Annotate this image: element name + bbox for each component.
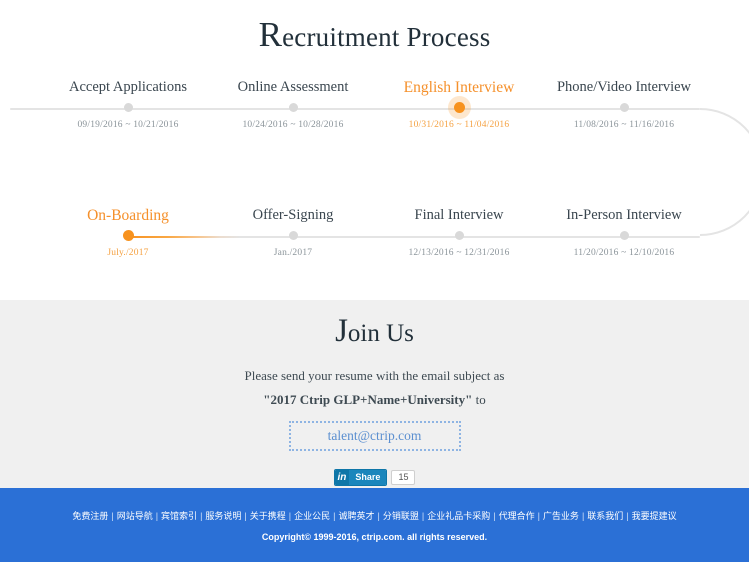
footer-link-separator: |: [288, 511, 292, 521]
footer-link-separator: |: [537, 511, 540, 521]
linkedin-share-label: Share: [349, 470, 387, 485]
timeline-node-date: 10/24/2016 ~ 10/28/2016: [242, 120, 344, 130]
footer-link[interactable]: 服务说明: [205, 511, 241, 521]
footer-link[interactable]: 诚聘英才: [338, 511, 374, 521]
join-us-title-rest: oin Us: [347, 320, 414, 347]
join-us-title-initial: J: [335, 313, 348, 349]
timeline-node-date: 11/08/2016 ~ 11/16/2016: [573, 120, 675, 130]
recruitment-timeline: Accept Applications 09/19/2016 ~ 10/21/2…: [0, 0, 749, 300]
recruitment-section: Recruitment Process Accept Applications …: [0, 0, 749, 300]
timeline-node-date: July./2017: [107, 248, 149, 258]
timeline-rail-row1: [10, 108, 700, 110]
footer-link-separator: |: [155, 511, 159, 521]
join-us-instruction: Please send your resume with the email s…: [244, 368, 505, 383]
footer-link[interactable]: 我要提建议: [632, 511, 677, 521]
footer-copyright: Copyright© 1999-2016, ctrip.com. all rig…: [261, 531, 488, 542]
timeline-node-label: Accept Applications: [69, 79, 187, 95]
contact-email: talent@ctrip.com: [327, 428, 422, 443]
footer-link-separator: |: [626, 511, 629, 521]
share-bar: in Share 15: [0, 469, 749, 486]
timeline-row-2: On-Boarding July./2017 Offer-Signing Jan…: [0, 198, 749, 268]
linkedin-share-button[interactable]: in Share: [333, 469, 388, 486]
join-us-section: Join Us Please send your resume with the…: [0, 300, 749, 488]
contact-email-box[interactable]: talent@ctrip.com: [288, 421, 461, 451]
join-us-title: Join Us: [0, 300, 749, 348]
footer-links: 免费注册 | 网站导航 | 宾馆索引 | 服务说明 | 关于携程 | 企业公民 | 诚聘英才 | 分销联盟 |…: [0, 488, 749, 523]
timeline-node-label: Final Interview: [414, 207, 504, 223]
timeline-node-date: Jan./2017: [273, 248, 313, 258]
timeline-node-label: On-Boarding: [87, 207, 169, 224]
footer-link-separator: |: [244, 511, 247, 521]
footer-link[interactable]: 宾馆索引: [161, 511, 197, 521]
timeline-node-dot: [454, 231, 464, 240]
timeline-node-date: 10/31/2016 ~ 11/04/2016: [408, 120, 510, 130]
timeline-row-1: Accept Applications 09/19/2016 ~ 10/21/2…: [0, 70, 749, 140]
timeline-node-label: Offer-Signing: [252, 207, 334, 223]
timeline-node-dot: [619, 103, 629, 112]
footer-link[interactable]: 分销联盟: [383, 511, 419, 521]
footer-link[interactable]: 企业公民: [294, 511, 330, 521]
timeline-node-dot: [288, 231, 298, 240]
timeline-node-label: In-Person Interview: [566, 207, 682, 223]
timeline-node-dot-active: [453, 102, 465, 113]
timeline-node-dot: [619, 231, 629, 240]
timeline-node-date: 11/20/2016 ~ 12/10/2016: [573, 248, 675, 258]
footer-link[interactable]: 企业礼品卡采购: [427, 511, 490, 521]
site-footer: 免费注册 | 网站导航 | 宾馆索引 | 服务说明 | 关于携程 | 企业公民 | 诚聘英才 | 分销联盟 |…: [0, 488, 749, 562]
footer-link[interactable]: 关于携程: [250, 511, 286, 521]
footer-link-separator: |: [421, 511, 425, 521]
footer-link[interactable]: 网站导航: [117, 511, 153, 521]
timeline-rail-progress: [128, 236, 240, 238]
join-us-subject: "2017 Ctrip GLP+Name+University": [263, 392, 473, 407]
linkedin-share-count: 15: [391, 470, 416, 485]
join-us-subject-line: "2017 Ctrip GLP+Name+University" to: [0, 392, 749, 408]
page-root: Recruitment Process Accept Applications …: [0, 0, 749, 562]
footer-link[interactable]: 联系我们: [587, 511, 623, 521]
timeline-node-date: 12/13/2016 ~ 12/31/2016: [408, 248, 510, 258]
footer-link[interactable]: 广告业务: [543, 511, 579, 521]
footer-link-separator: |: [377, 511, 380, 521]
footer-link[interactable]: 免费注册: [72, 511, 108, 521]
join-us-subject-tail: to: [472, 392, 486, 407]
footer-link[interactable]: 代理合作: [499, 511, 535, 521]
timeline-node-label: English Interview: [403, 79, 515, 96]
timeline-node-dot: [123, 103, 133, 112]
timeline-node-dot-active: [122, 230, 134, 241]
linkedin-icon: in: [334, 470, 350, 485]
footer-link-separator: |: [111, 511, 114, 521]
timeline-node-label: Online Assessment: [237, 79, 349, 95]
timeline-node-date: 09/19/2016 ~ 10/21/2016: [77, 120, 179, 130]
timeline-node-dot: [288, 103, 298, 112]
timeline-node-label: Phone/Video Interview: [556, 79, 692, 95]
footer-link-separator: |: [493, 511, 496, 521]
